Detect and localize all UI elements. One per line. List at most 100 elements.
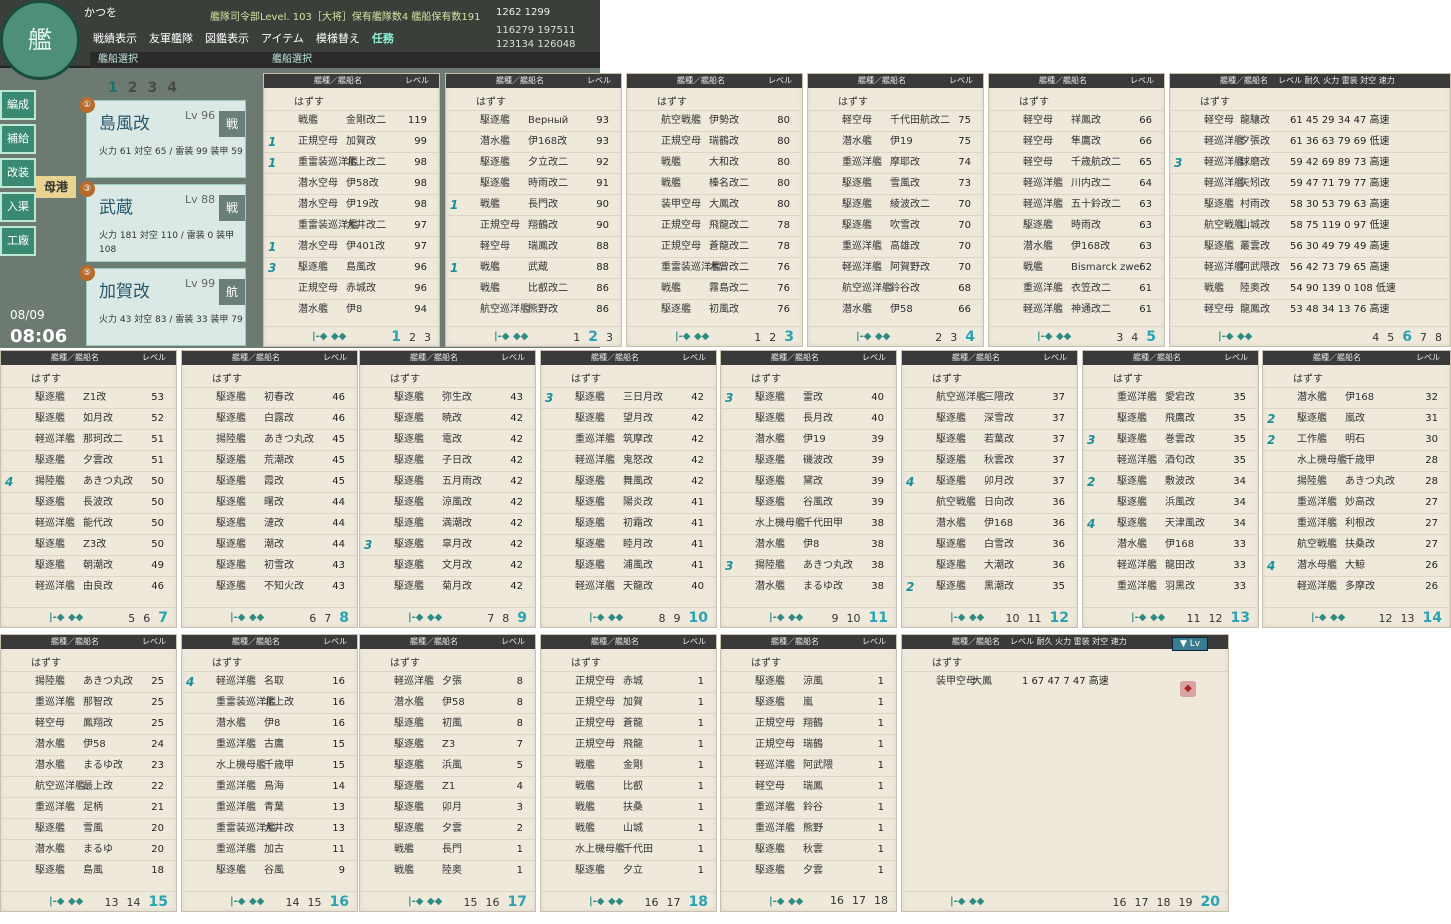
- ship-row[interactable]: 3 駆逐艦 巻雲改 35: [1083, 429, 1258, 450]
- page-number[interactable]: 12: [1379, 612, 1393, 625]
- page-number[interactable]: 7: [158, 610, 168, 626]
- ship-row[interactable]: 軽巡洋艦 酒匂改 35: [1083, 450, 1258, 471]
- ship-row[interactable]: 潜水艦 伊58 8: [360, 692, 535, 713]
- page-number[interactable]: 8: [502, 612, 509, 625]
- ship-row[interactable]: 駆逐艦 初春改 46: [182, 387, 357, 408]
- ship-row[interactable]: 潜水艦 まるゆ改 38: [721, 576, 896, 597]
- ship-row[interactable]: 重巡洋艦 衣笠改二 61: [989, 278, 1164, 299]
- ship-row[interactable]: 駆逐艦 朝潮改 49: [1, 555, 176, 576]
- menu-item[interactable]: アイテム: [258, 28, 307, 48]
- side-button[interactable]: 工廠: [0, 226, 36, 256]
- ship-row[interactable]: 駆逐艦 初霜改 41: [541, 513, 716, 534]
- ship-row[interactable]: 潜水艦 伊58 24: [1, 734, 176, 755]
- fleet-ship-card[interactable]: ① 島風改 Lv 96 火力 61 対空 65 / 雷装 99 装甲 59 戦: [79, 97, 246, 178]
- page-nav-arrows[interactable]: |-◆ ◆◆: [769, 896, 803, 907]
- ship-row[interactable]: 2 駆逐艦 敷波改 34: [1083, 471, 1258, 492]
- ship-row[interactable]: 重雷装巡洋艦 大井改 13: [182, 818, 357, 839]
- ship-row[interactable]: 駆逐艦 谷風改 39: [721, 492, 896, 513]
- page-number[interactable]: 6: [1402, 329, 1412, 345]
- ship-row[interactable]: 軽巡洋艦 矢矧改 59 47 71 79 77 高速: [1170, 173, 1450, 194]
- ship-row[interactable]: 軽空母 千代田航改二 75: [808, 110, 983, 131]
- ship-row[interactable]: 駆逐艦 村雨改 58 30 53 79 63 高速: [1170, 194, 1450, 215]
- ship-row[interactable]: 正規空母 赤城改 96: [264, 278, 439, 299]
- ship-row[interactable]: 駆逐艦 長波改 50: [1, 492, 176, 513]
- ship-row[interactable]: 駆逐艦 浦風改 41: [541, 555, 716, 576]
- fleet-ship-card[interactable]: ⑤ 加賀改 Lv 99 火力 43 対空 83 / 雷装 33 装甲 79 航: [79, 265, 246, 346]
- ship-row[interactable]: 駆逐艦 文月改 42: [360, 555, 535, 576]
- menu-item[interactable]: 任務: [369, 28, 397, 48]
- page-number[interactable]: 11: [1028, 612, 1042, 625]
- page-number[interactable]: 3: [1116, 331, 1123, 344]
- page-number[interactable]: 16: [1113, 896, 1127, 909]
- ship-row[interactable]: 駆逐艦 吹雪改 70: [808, 215, 983, 236]
- ship-row[interactable]: 1 正規空母 加賀改 99: [264, 131, 439, 152]
- ship-row[interactable]: 揚陸艦 あきつ丸改 25: [1, 671, 176, 692]
- ship-row[interactable]: 駆逐艦 初風 8: [360, 713, 535, 734]
- ship-row[interactable]: 重巡洋艦 青葉 13: [182, 797, 357, 818]
- page-number[interactable]: 18: [689, 894, 708, 910]
- ship-row[interactable]: 軽空母 龍鳳改 53 48 34 13 76 高速: [1170, 299, 1450, 320]
- page-number[interactable]: 17: [667, 896, 681, 909]
- ship-row[interactable]: 正規空母 赤城 1: [541, 671, 716, 692]
- ship-row[interactable]: 駆逐艦 荒潮改 45: [182, 450, 357, 471]
- page-number[interactable]: 15: [149, 894, 168, 910]
- ship-row[interactable]: 潜水艦 伊168 36: [902, 513, 1077, 534]
- sort-button[interactable]: ▼ Lv: [1172, 637, 1208, 651]
- ship-row[interactable]: 駆逐艦 叢雲改 56 30 49 79 49 高速: [1170, 236, 1450, 257]
- ship-row[interactable]: 航空戦艦 日向改 36: [902, 492, 1077, 513]
- ship-row[interactable]: 軽巡洋艦 川内改二 64: [989, 173, 1164, 194]
- page-number[interactable]: 17: [508, 894, 527, 910]
- ship-row[interactable]: 2 工作艦 明石 30: [1263, 429, 1450, 450]
- ship-row[interactable]: 1 重雷装巡洋艦 北上改二 98: [264, 152, 439, 173]
- ship-row[interactable]: 重巡洋艦 妙高改 27: [1263, 492, 1450, 513]
- ship-row[interactable]: 正規空母 蒼龍改二 78: [627, 236, 802, 257]
- ship-row[interactable]: 潜水艦 伊168改 93: [446, 131, 621, 152]
- unset-option[interactable]: はずす: [1019, 93, 1049, 108]
- page-number[interactable]: 2: [409, 331, 416, 344]
- ship-row[interactable]: 軽巡洋艦 阿賀野改 70: [808, 257, 983, 278]
- ship-row[interactable]: 戦艦 大和改 80: [627, 152, 802, 173]
- ship-row[interactable]: 駆逐艦 不知火改 43: [182, 576, 357, 597]
- page-number[interactable]: 8: [659, 612, 666, 625]
- page-number[interactable]: 1: [573, 331, 580, 344]
- ship-row[interactable]: 潜水艦 伊8 16: [182, 713, 357, 734]
- unset-option[interactable]: はずす: [571, 370, 601, 385]
- ship-row[interactable]: 戦艦 Bismarck zwei 62: [989, 257, 1164, 278]
- page-nav-arrows[interactable]: |-◆ ◆◆: [950, 612, 984, 623]
- ship-row[interactable]: 潜水艦 伊58 66: [808, 299, 983, 320]
- page-number[interactable]: 18: [874, 894, 888, 907]
- ship-row[interactable]: 駆逐艦 Верный 93: [446, 110, 621, 131]
- page-number[interactable]: 5: [1146, 329, 1156, 345]
- ship-row[interactable]: 駆逐艦 若葉改 37: [902, 429, 1077, 450]
- ship-row[interactable]: 駆逐艦 子日改 42: [360, 450, 535, 471]
- page-number[interactable]: 13: [1401, 612, 1415, 625]
- page-number[interactable]: 15: [308, 896, 322, 909]
- ship-row[interactable]: 重巡洋艦 利根改 27: [1263, 513, 1450, 534]
- ship-row[interactable]: 駆逐艦 夕雲 2: [360, 818, 535, 839]
- page-nav-arrows[interactable]: |-◆ ◆◆: [1131, 612, 1165, 623]
- ship-row[interactable]: 潜水艦 伊8 94: [264, 299, 439, 320]
- ship-row[interactable]: 潜水艦 伊19 75: [808, 131, 983, 152]
- ship-row[interactable]: 軽巡洋艦 龍田改 33: [1083, 555, 1258, 576]
- page-number[interactable]: 16: [645, 896, 659, 909]
- ship-row[interactable]: 軽空母 祥鳳改 66: [989, 110, 1164, 131]
- ship-row[interactable]: 軽巡洋艦 阿武隈改 56 42 73 79 65 高速: [1170, 257, 1450, 278]
- page-nav-arrows[interactable]: |-◆ ◆◆: [408, 896, 442, 907]
- ship-row[interactable]: 駆逐艦 島風 18: [1, 860, 176, 881]
- ship-row[interactable]: 駆逐艦 白雪改 36: [902, 534, 1077, 555]
- ship-row[interactable]: 駆逐艦 Z1改 53: [1, 387, 176, 408]
- ship-row[interactable]: 重巡洋艦 高雄改 70: [808, 236, 983, 257]
- page-number[interactable]: 3: [424, 331, 431, 344]
- side-button[interactable]: 補給: [0, 124, 36, 154]
- ship-row[interactable]: 潜水艦 伊8 38: [721, 534, 896, 555]
- page-number[interactable]: 1: [754, 331, 761, 344]
- ship-row[interactable]: 駆逐艦 漣改 44: [182, 513, 357, 534]
- ship-row[interactable]: 駆逐艦 初雪改 43: [182, 555, 357, 576]
- unset-option[interactable]: はずす: [751, 654, 781, 669]
- ship-row[interactable]: 軽空母 千歳航改二 65: [989, 152, 1164, 173]
- ship-row[interactable]: 潜水艦 伊168 32: [1263, 387, 1450, 408]
- unset-option[interactable]: はずす: [212, 370, 242, 385]
- page-number[interactable]: 10: [689, 610, 708, 626]
- page-nav-arrows[interactable]: |-◆ ◆◆: [769, 612, 803, 623]
- ship-row[interactable]: 駆逐艦 初風改 76: [627, 299, 802, 320]
